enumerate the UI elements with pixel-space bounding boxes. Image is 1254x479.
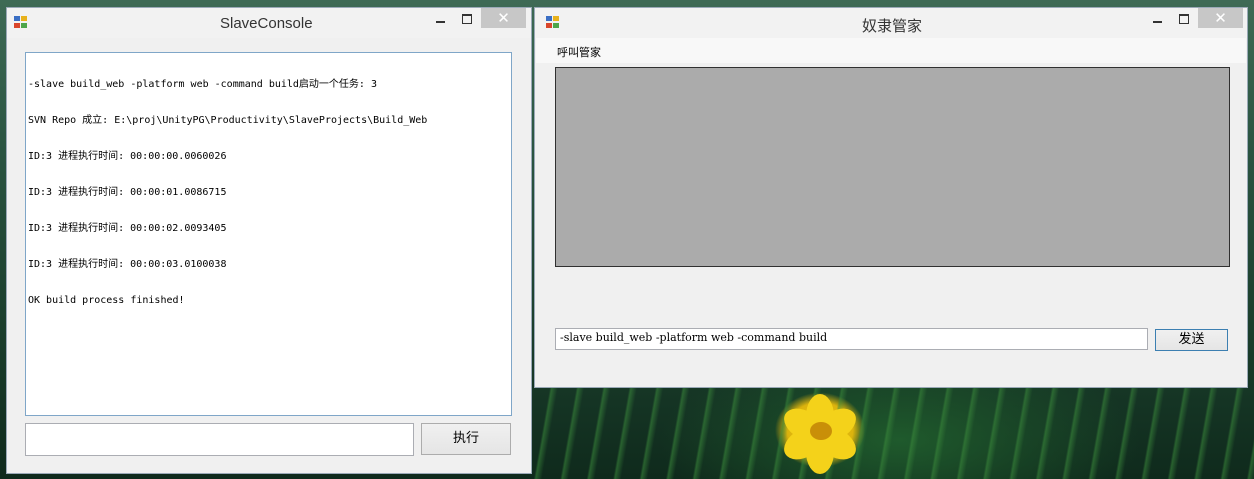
log-line: ID:3 进程执行时间: 00:00:00.0060026 [28,151,227,162]
slave-manager-window: 奴隶管家 ✕ 呼叫管家 -slave build_web -platform w… [534,7,1248,388]
send-button[interactable]: 发送 [1155,329,1228,351]
content-panel [555,67,1230,267]
close-icon[interactable]: ✕ [481,8,526,28]
log-line: ID:3 进程执行时间: 00:00:01.0086715 [28,187,227,198]
wallpaper-flower [760,388,880,479]
app-window-icon[interactable] [14,16,28,29]
log-line: SVN Repo 成立: E:\proj\UnityPG\Productivit… [28,115,428,126]
minimize-icon[interactable] [427,8,453,28]
menu-bar: 呼叫管家 [536,38,1246,63]
menu-item-call-manager[interactable]: 呼叫管家 [557,44,601,60]
execute-button[interactable]: 执行 [421,423,511,455]
maximize-icon[interactable] [454,8,480,28]
close-icon[interactable]: ✕ [1198,8,1243,28]
window-title: 奴隶管家 [862,18,923,35]
log-line: -slave build_web -platform web -command … [28,79,377,90]
maximize-icon[interactable] [1171,8,1197,28]
window-title: SlaveConsole [220,15,313,32]
slave-console-window: SlaveConsole ✕ -slave build_web -platfor… [6,7,532,474]
app-window-icon[interactable] [546,16,560,29]
wallpaper-grass [532,385,1254,479]
command-input[interactable]: -slave build_web -platform web -command … [555,328,1148,350]
command-input[interactable] [25,423,414,456]
log-line: OK build process finished! [28,295,185,306]
console-log-output[interactable]: -slave build_web -platform web -command … [25,52,512,416]
log-line: ID:3 进程执行时间: 00:00:02.0093405 [28,223,227,234]
log-line: ID:3 进程执行时间: 00:00:03.0100038 [28,259,227,270]
title-bar[interactable]: 奴隶管家 ✕ [535,8,1247,38]
title-bar[interactable]: SlaveConsole ✕ [7,8,531,38]
minimize-icon[interactable] [1144,8,1170,28]
